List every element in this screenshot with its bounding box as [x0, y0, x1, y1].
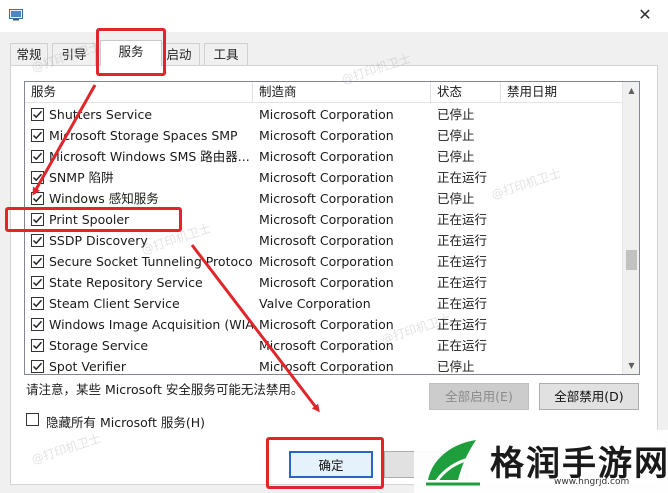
brand-logo-icon — [426, 440, 480, 486]
arrow-to-print-spooler-icon — [32, 84, 97, 196]
arrow-to-ok-button-icon — [190, 244, 320, 413]
annotation-arrows — [32, 84, 320, 413]
system-configuration-window: ✕ 常规 引导 服务 启动 工具 服务 制造商 状态 禁用日期 Shutters… — [0, 0, 668, 493]
tab-services[interactable]: 服务 — [100, 40, 162, 66]
brand-logo-url: www.hngrjd.com — [554, 477, 630, 487]
brand-logo-overlay: 格润手游网 www.hngrjd.com — [414, 430, 668, 493]
